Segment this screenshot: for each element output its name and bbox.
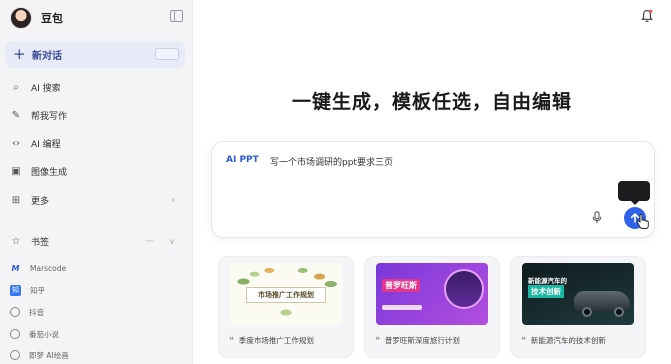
zhihu-icon: 知 [10,284,21,296]
bell-icon[interactable] [641,9,653,23]
template-card[interactable]: 市场推广工作规划 ❝ 季度市场推广工作规划 [218,256,354,358]
bookmark-label: 抖音 [29,307,44,317]
bookmark-label: 即梦 AI绘画 [29,350,69,360]
sidebar-item-label: 更多 [31,196,50,207]
quote-icon: ❝ [229,335,234,346]
bookmark-item-fanqie[interactable]: 番茄小说 [10,325,59,343]
new-chat-button[interactable]: + 新对话 [5,41,185,68]
bookmark-label: 番茄小说 [29,329,59,339]
minus-icon[interactable]: — [145,236,154,246]
globe-icon [10,307,20,317]
marscode-icon: M [11,263,20,273]
globe-icon [10,350,20,360]
bookmark-item-douyin[interactable]: 抖音 [10,303,44,321]
quote-icon: ❝ [521,335,526,346]
sidebar-item-writing[interactable]: ✎ 帮我写作 [10,104,180,126]
sidebar-item-ai-search[interactable]: ⌕ AI 搜索 [10,76,180,98]
thumbnail-title: 市场推广工作规划 [258,291,314,299]
brand[interactable]: 豆包 [10,6,63,30]
star-icon: ☆ [11,235,21,247]
car-wheel [614,307,624,317]
prompt-input-card[interactable]: AI PPT 写一个市场调研的ppt要求三页 [211,141,655,238]
code-icon: ‹› [12,137,20,149]
search-icon: ⌕ [13,81,19,93]
thumbnail-title-band: 市场推广工作规划 [246,287,326,303]
ai-ppt-tag[interactable]: AI PPT [226,155,259,165]
bookmarks-header[interactable]: ☆ 书签 — ∨ [10,232,180,250]
thumbnail-title: 技术创新 [528,285,564,298]
prompt-input[interactable]: 写一个市场调研的ppt要求三页 [270,155,393,168]
sidebar-item-label: 帮我写作 [31,111,68,122]
microphone-icon[interactable] [592,211,602,224]
send-tooltip [618,181,650,205]
globe-icon [10,329,20,339]
thumbnail-tag: 新能源汽车的 [528,277,567,285]
hand-cursor-icon [636,214,649,229]
sidebar: 豆包 + 新对话 ⌕ AI 搜索 ✎ 帮我写作 ‹› AI 编程 ▣ 图像生成 … [0,0,193,364]
sidebar-item-more[interactable]: ⊞ 更多 › [10,189,180,211]
thumbnail-title: 普罗旺斯 [382,279,420,292]
thumbnail-bar [382,305,422,310]
pen-icon: ✎ [11,109,21,121]
template-caption: ❝ 季度市场推广工作规划 [229,335,314,346]
bookmark-label: 知乎 [30,285,45,295]
template-caption: ❝ 普罗旺斯深度旅行计划 [375,335,460,346]
bookmark-label: Marscode [30,263,67,273]
sidebar-item-coding[interactable]: ‹› AI 编程 [10,132,180,154]
avatar [10,7,32,29]
sidebar-item-image[interactable]: ▣ 图像生成 [10,160,180,182]
sidebar-item-label: AI 搜索 [31,83,61,94]
template-card[interactable]: 新能源汽车的 技术创新 ❝ 新能源汽车的技术创新 [510,256,646,358]
sidebar-item-label: 图像生成 [31,167,68,178]
bookmark-item-zhihu[interactable]: 知 知乎 [10,281,45,299]
sidebar-collapse-icon[interactable] [170,10,183,22]
template-caption-text: 季度市场推广工作规划 [238,336,314,345]
template-card[interactable]: 普罗旺斯 ❝ 普罗旺斯深度旅行计划 [364,256,500,358]
bookmarks-title: 书签 [31,237,50,248]
bookmark-item-marscode[interactable]: M Marscode [10,259,67,277]
city-illustration [444,269,484,309]
new-chat-label: 新对话 [32,51,62,62]
brand-name: 豆包 [41,12,63,25]
plus-icon: + [13,45,26,63]
template-thumbnail: 新能源汽车的 技术创新 [522,263,634,325]
shortcut-badge [155,48,179,60]
grid-icon: ⊞ [11,194,21,206]
page-title: 一键生成，模板任选，自由编辑 [291,91,572,113]
car-wheel [582,307,592,317]
template-thumbnail: 市场推广工作规划 [230,263,342,325]
quote-icon: ❝ [375,335,380,346]
sidebar-item-label: AI 编程 [31,139,61,150]
chevron-down-icon[interactable]: ∨ [169,237,175,246]
template-thumbnail: 普罗旺斯 [376,263,488,325]
image-icon: ▣ [11,165,21,177]
template-caption-text: 普罗旺斯深度旅行计划 [384,336,460,345]
template-caption: ❝ 新能源汽车的技术创新 [521,335,606,346]
chevron-right-icon: › [171,194,175,206]
template-caption-text: 新能源汽车的技术创新 [530,336,606,345]
bookmark-item-jimeng[interactable]: 即梦 AI绘画 [10,346,69,364]
